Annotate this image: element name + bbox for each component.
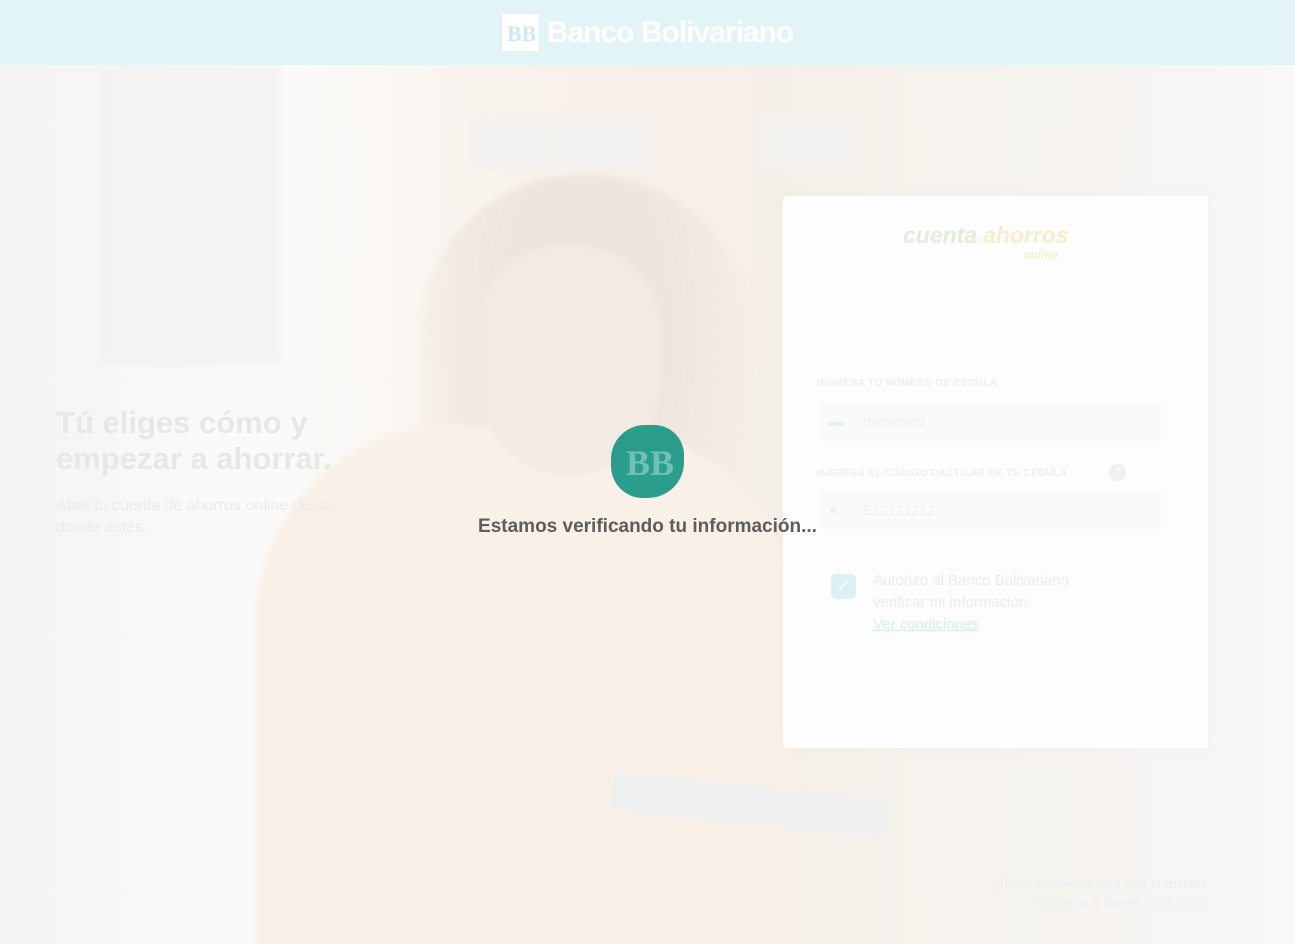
brand-name: Banco Bolivariano [546,15,794,49]
bb-monogram-icon: BB [501,14,539,51]
svg-text:BB: BB [507,21,535,46]
bb-monogram-icon: BB [611,425,684,498]
brand-logo[interactable]: BB Banco Bolivariano [501,14,794,51]
loading-indicator: BB Estamos verificando tu información... [0,425,1295,538]
svg-text:BB: BB [626,443,673,482]
loading-message: Estamos verificando tu información... [478,516,817,537]
top-header: BB Banco Bolivariano [0,0,1295,65]
